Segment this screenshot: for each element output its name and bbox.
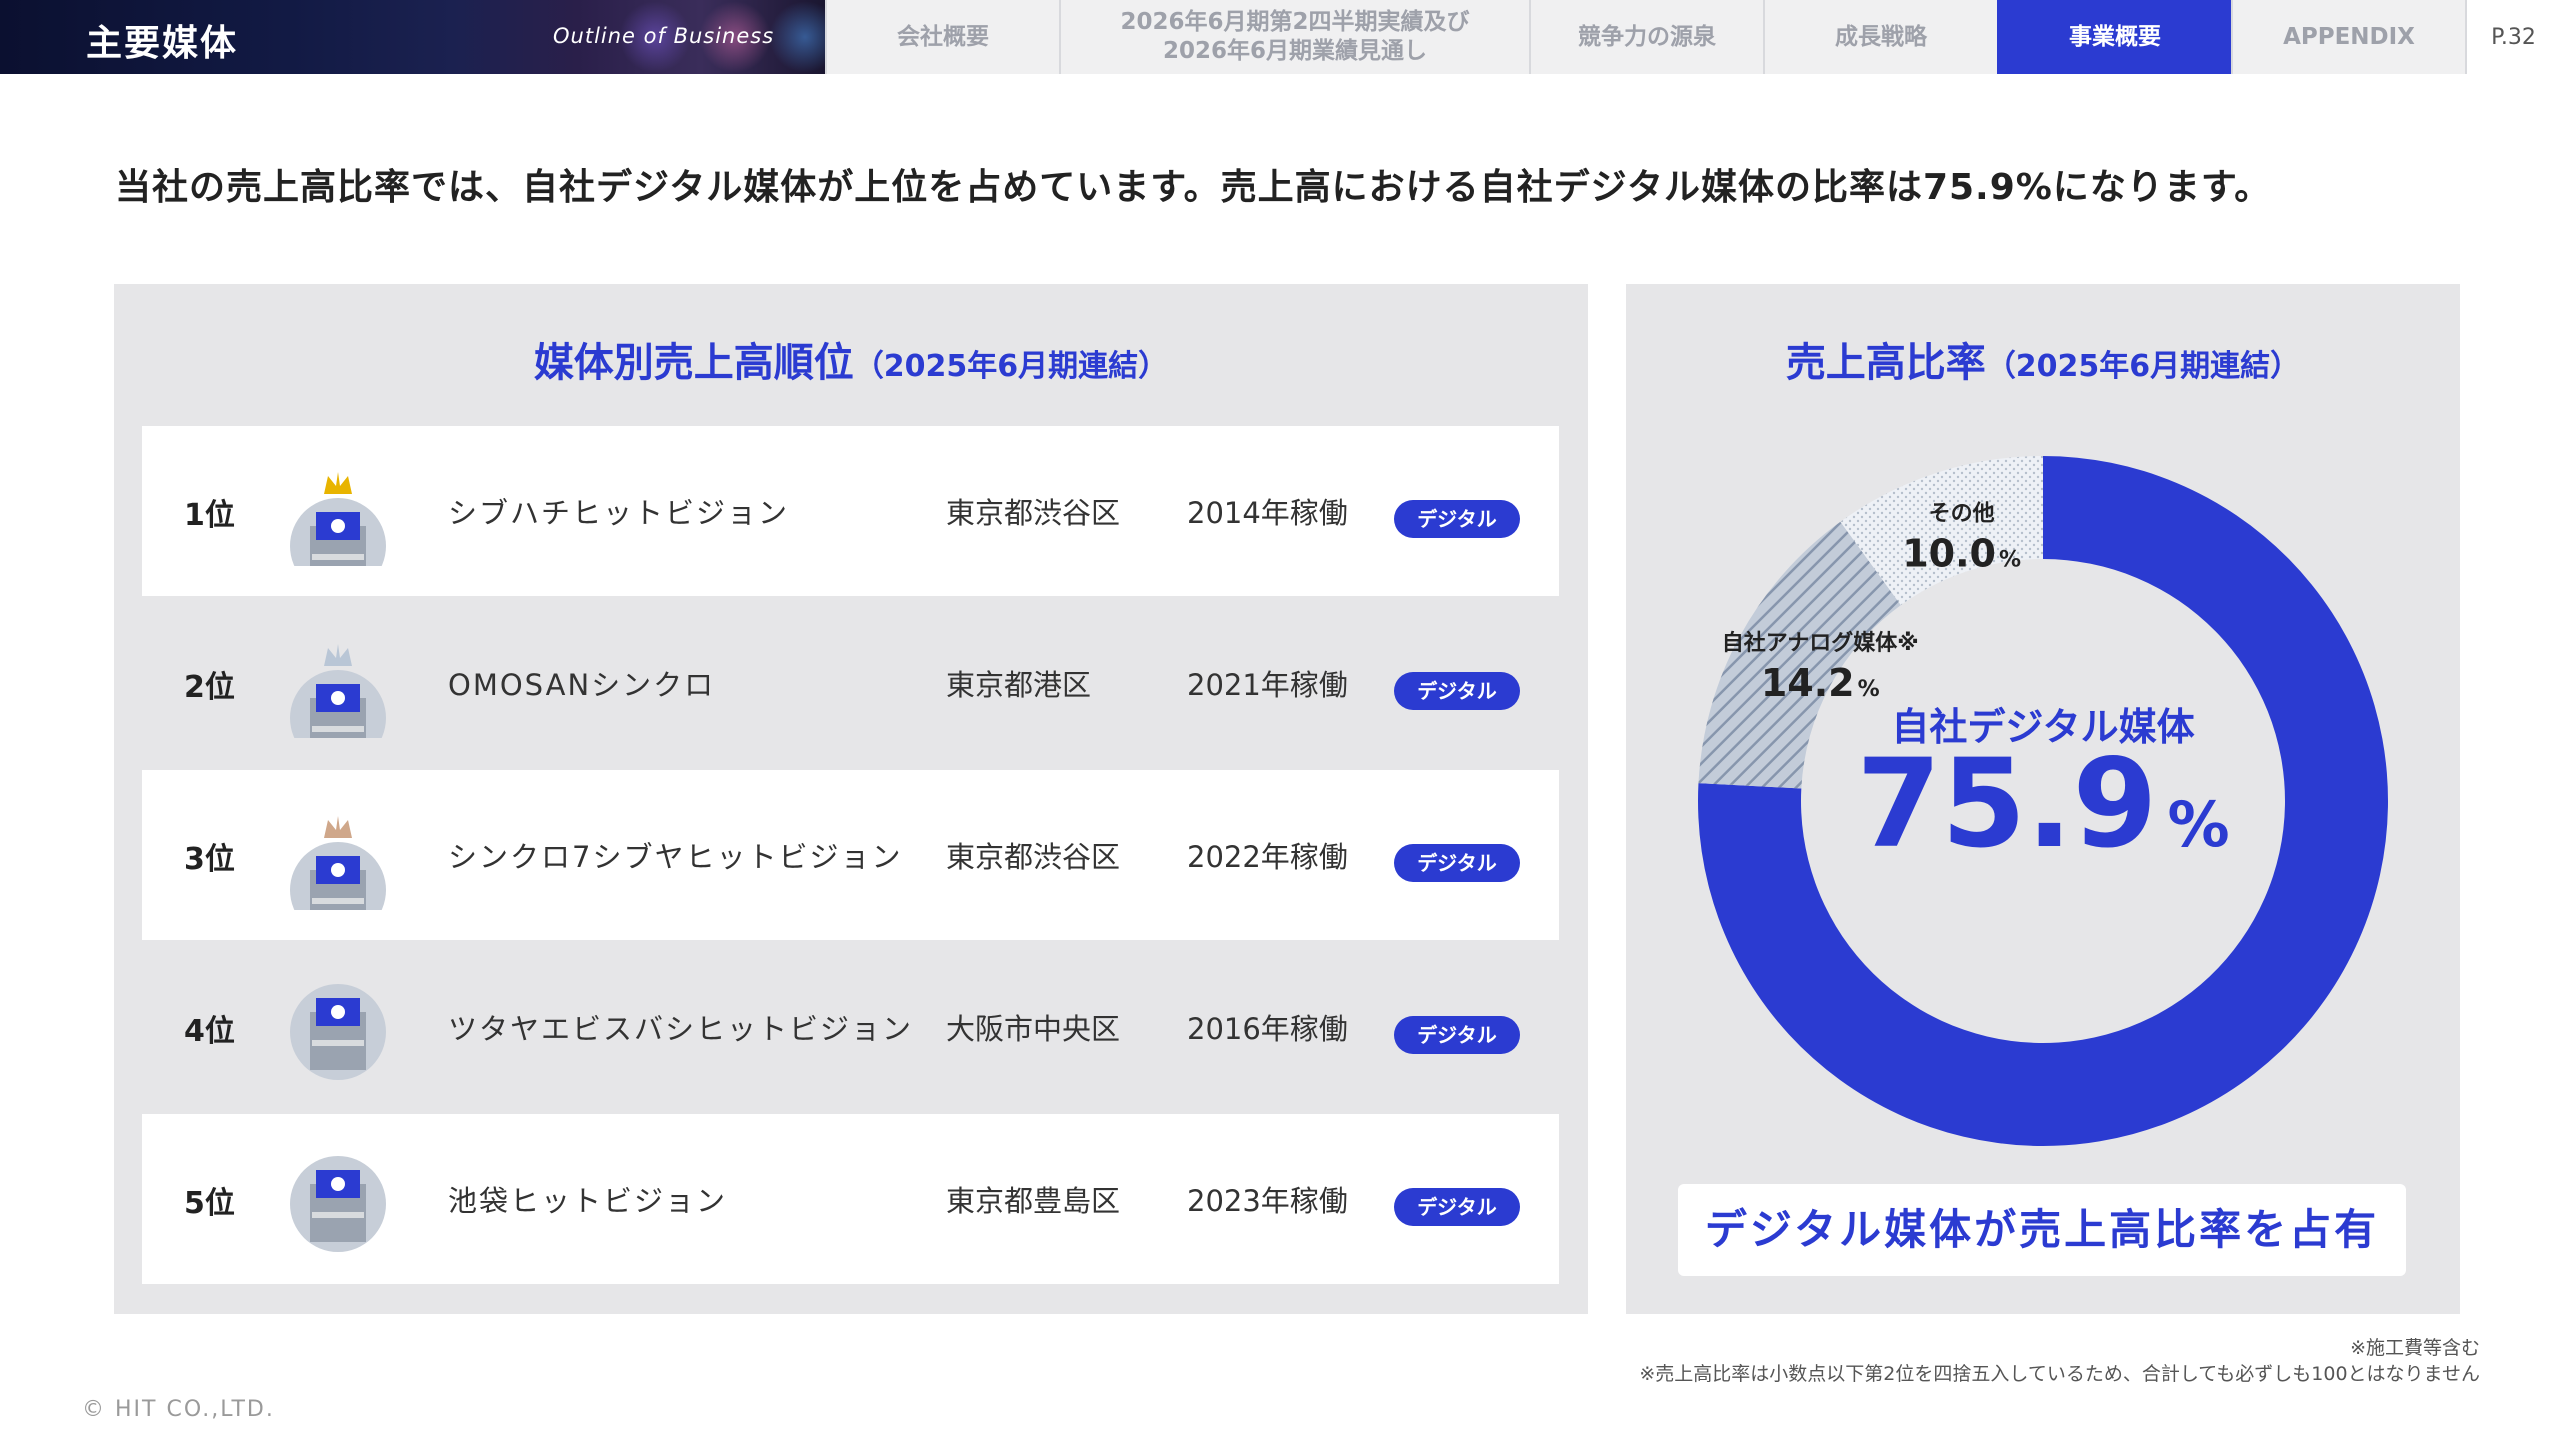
media-name: シンクロ7シブヤヒットビジョン (448, 840, 903, 874)
media-thumbnail (290, 644, 386, 738)
tab-growth-strategy[interactable]: 成長戦略 (1763, 0, 1997, 74)
media-name: ツタヤエビスバシヒットビジョン (448, 1012, 914, 1046)
ranking-row: 5位 池袋ヒットビジョン 東京都豊島区 2023年稼働 デジタル (142, 1114, 1559, 1284)
digital-badge: デジタル (1394, 1016, 1520, 1054)
chart-title-period: （2025年6月期連結） (1985, 349, 2301, 384)
media-start-year: 2016年稼働 (1187, 1012, 1348, 1046)
top-header: 主要媒体 Outline of Business 会社概要 2026年6月期第2… (0, 0, 2560, 74)
chart-title-main: 売上高比率 (1785, 340, 1986, 386)
media-start-year: 2022年稼働 (1187, 840, 1348, 874)
ranking-title-main: 媒体別売上高順位 (533, 340, 854, 386)
slice-category-label: その他 (1929, 501, 1995, 526)
donut-center-unit: % (2167, 788, 2229, 861)
tab-company-overview[interactable]: 会社概要 (825, 0, 1059, 74)
digital-badge: デジタル (1394, 672, 1520, 710)
ranking-row: 1位 シブハチヒットビジョン 東京都渋谷区 2014年稼働 デジタル (142, 426, 1559, 596)
headline: 当社の売上高比率では、自社デジタル媒体が上位を占めています。売上高における自社デ… (115, 167, 2272, 208)
crown-icon (324, 816, 352, 838)
chart-panel: 売上高比率（2025年6月期連結） 自社アナログ媒体※ 14.2% その他 10.0%… (1626, 284, 2460, 1314)
media-thumbnail (290, 816, 386, 910)
tab-appendix[interactable]: APPENDIX (2231, 0, 2465, 74)
ranking-title: 媒体別売上高順位（2025年6月期連結） (114, 330, 1588, 388)
crown-icon (324, 644, 352, 666)
tab-competitive-edge[interactable]: 競争力の源泉 (1529, 0, 1763, 74)
media-location: 東京都渋谷区 (946, 840, 1121, 874)
page-number: P.32 (2465, 0, 2560, 74)
chart-title: 売上高比率（2025年6月期連結） (1626, 330, 2460, 388)
ranking-row: 2位 OMOSANシンクロ 東京都港区 2021年稼働 デジタル (142, 598, 1559, 768)
digital-badge: デジタル (1394, 500, 1520, 538)
ranking-title-period: （2025年6月期連結） (853, 349, 1169, 384)
copyright: © HIT CO.,LTD. (82, 1397, 275, 1422)
media-start-year: 2023年稼働 (1187, 1184, 1348, 1218)
media-thumbnail (290, 984, 386, 1080)
media-location: 東京都港区 (946, 668, 1092, 702)
media-location: 東京都渋谷区 (946, 496, 1121, 530)
donut-chart: 自社アナログ媒体※14.2 %その他10.0% 自社デジタル媒体 75.9% (1698, 456, 2388, 1146)
ranking-list: 1位 シブハチヒットビジョン 東京都渋谷区 2014年稼働 デジタル 2位 OM… (142, 426, 1559, 1286)
footnote-rounding: ※売上高比率は小数点以下第2位を四捨五入しているため、合計しても必ずしも100と… (1639, 1363, 2480, 1385)
ranking-panel: 媒体別売上高順位（2025年6月期連結） 1位 シブハチヒットビジョン 東京都渋… (114, 284, 1588, 1314)
nav-tabs: 会社概要 2026年6月期第2四半期実績及び 2026年6月期業績見通し 競争力… (825, 0, 2560, 74)
rank-label: 4位 (184, 1014, 235, 1049)
donut-center-number: 75.9 (1856, 733, 2157, 875)
tab-business-overview[interactable]: 事業概要 (1997, 0, 2231, 74)
section-subtitle: Outline of Business (553, 24, 775, 48)
footnote-construction: ※施工費等含む (2350, 1337, 2480, 1359)
media-name: シブハチヒットビジョン (448, 496, 790, 530)
media-start-year: 2014年稼働 (1187, 496, 1348, 530)
slice-value-label: 14.2% (1761, 661, 1880, 705)
slice-category-label: 自社アナログ媒体※ (1722, 630, 1919, 656)
donut-center-value: 75.9% (1856, 733, 2229, 875)
media-name: 池袋ヒットビジョン (448, 1184, 728, 1218)
rank-label: 5位 (184, 1186, 235, 1221)
media-location: 大阪市中央区 (946, 1012, 1121, 1046)
chart-caption: デジタル媒体が売上高比率を占有 (1678, 1184, 2406, 1276)
ranking-row: 4位 ツタヤエビスバシヒットビジョン 大阪市中央区 2016年稼働 デジタル (142, 942, 1559, 1112)
media-thumbnail (290, 472, 386, 566)
digital-badge: デジタル (1394, 1188, 1520, 1226)
rank-label: 1位 (184, 498, 235, 533)
media-location: 東京都豊島区 (946, 1184, 1121, 1218)
rank-label: 3位 (184, 842, 235, 877)
section-title-banner: 主要媒体 Outline of Business (0, 0, 825, 74)
media-start-year: 2021年稼働 (1187, 668, 1348, 702)
media-thumbnail (290, 1156, 386, 1252)
rank-label: 2位 (184, 670, 235, 705)
media-name: OMOSANシンクロ (448, 668, 716, 702)
ranking-row: 3位 シンクロ7シブヤヒットビジョン 東京都渋谷区 2022年稼働 デジタル (142, 770, 1559, 940)
tab-results-forecast[interactable]: 2026年6月期第2四半期実績及び 2026年6月期業績見通し (1059, 0, 1529, 74)
section-title: 主要媒体 (86, 23, 239, 64)
digital-badge: デジタル (1394, 844, 1520, 882)
crown-icon (324, 472, 352, 494)
